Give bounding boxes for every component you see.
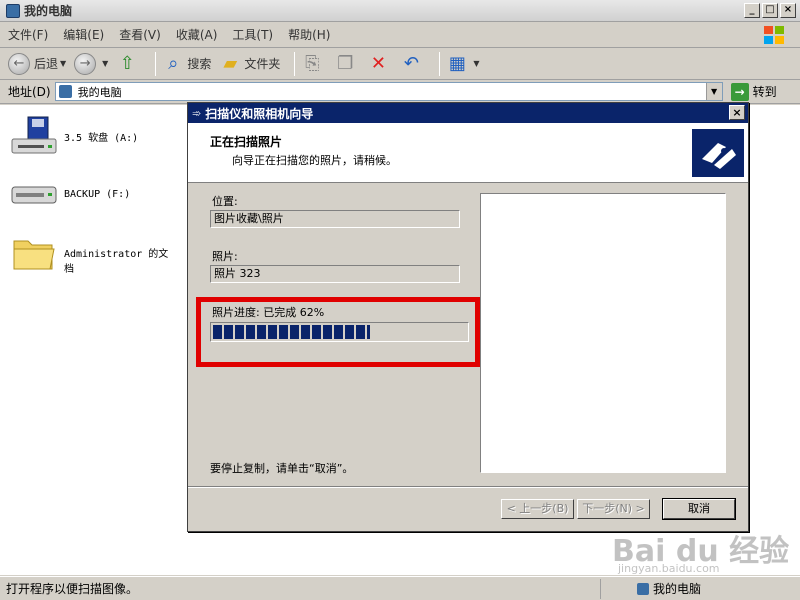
chevron-down-icon: ▼ — [473, 59, 480, 68]
forward-arrow-icon: → — [74, 52, 97, 75]
close-button[interactable]: × — [780, 3, 796, 18]
maximize-button[interactable]: □ — [762, 3, 778, 18]
scanner-wizard-dialog: ➾ 扫描仪和照相机向导 × 正在扫描照片 向导正在扫描您的照片，请稍候。 位置:… — [187, 102, 749, 532]
move-to-button[interactable]: ⎘ — [301, 53, 326, 75]
my-computer-icon — [58, 85, 72, 98]
wizard-close-button[interactable]: × — [729, 105, 745, 120]
menu-favorites[interactable]: 收藏(A) — [176, 26, 218, 43]
copy-to-button[interactable]: ❐ — [334, 53, 359, 75]
wizard-separator — [188, 486, 748, 488]
search-icon: ⌕ — [168, 52, 179, 74]
drive-label: BACKUP (F:) — [64, 189, 131, 200]
drive-item-backup[interactable]: BACKUP (F:) — [10, 175, 174, 219]
address-dropdown-button[interactable]: ▼ — [705, 83, 722, 100]
folders-button[interactable]: ▰ 文件夹 — [219, 53, 280, 75]
views-icon: ▦ — [448, 52, 466, 74]
toolbar-separator — [439, 51, 441, 76]
address-label: 地址(D) — [8, 85, 51, 99]
my-computer-icon — [637, 582, 649, 595]
minimize-button[interactable]: _ — [744, 3, 760, 18]
menu-file[interactable]: 文件(F) — [8, 26, 48, 43]
toolbar-separator — [294, 51, 296, 76]
menu-view[interactable]: 查看(V) — [119, 26, 161, 43]
address-input[interactable]: 我的电脑 ▼ — [54, 82, 723, 101]
go-arrow-icon: → — [730, 82, 749, 101]
forward-button[interactable]: → ▼ — [74, 52, 109, 75]
status-location: 我的电脑 — [600, 578, 702, 599]
photo-field: 照片 323 — [210, 265, 460, 283]
baidu-watermark-url: jingyan.baidu.com — [618, 562, 720, 575]
up-button[interactable]: ⇧ — [116, 53, 141, 75]
move-to-icon: ⎘ — [305, 52, 320, 74]
wizard-title: 扫描仪和照相机向导 — [205, 106, 314, 121]
folder-icon — [13, 240, 55, 270]
my-computer-icon — [6, 3, 20, 18]
location-field: 图片收藏\照片 — [210, 210, 460, 228]
menu-tools[interactable]: 工具(T) — [232, 26, 273, 43]
drive-item-floppy[interactable]: 3.5 软盘 (A:) — [10, 115, 174, 159]
drive-label: 3.5 软盘 (A:) — [64, 133, 139, 144]
back-label: 后退 — [34, 57, 59, 71]
next-step-button[interactable]: 下一步(N) > — [577, 499, 650, 519]
folders-label: 文件夹 — [244, 57, 281, 71]
delete-button[interactable]: ✕ — [367, 53, 392, 75]
camera-scanner-icon — [692, 129, 744, 177]
delete-x-icon: ✕ — [370, 52, 386, 74]
copy-to-icon: ❐ — [337, 52, 354, 74]
go-button[interactable]: → 转到 — [730, 82, 777, 101]
menu-bar: 文件(F) 编辑(E) 查看(V) 收藏(A) 工具(T) 帮助(H) — [0, 22, 800, 48]
undo-icon: ↶ — [403, 52, 419, 74]
menu-edit[interactable]: 编辑(E) — [63, 26, 104, 43]
wizard-heading: 正在扫描照片 — [210, 135, 283, 149]
search-button[interactable]: ⌕ 搜索 — [162, 53, 211, 75]
floppy-drive-icon — [11, 116, 57, 154]
status-bar: 打开程序以便扫描图像。 我的电脑 — [0, 576, 800, 600]
back-arrow-icon: ← — [8, 52, 30, 75]
folder-up-icon: ⇧ — [119, 52, 135, 74]
back-step-button[interactable]: < 上一步(B) — [501, 499, 574, 519]
toolbar: ← 后退 ▼ → ▼ ⇧ ⌕ 搜索 ▰ 文件夹 ⎘ ❐ ✕ ↶ ▦ ▼ — [0, 48, 800, 80]
back-button[interactable]: ← 后退 ▼ — [8, 52, 67, 75]
menu-help[interactable]: 帮助(H) — [288, 26, 330, 43]
toolbar-separator — [155, 51, 157, 76]
undo-button[interactable]: ↶ — [400, 53, 425, 75]
drive-item-documents[interactable]: Administrator 的文档 — [10, 231, 174, 275]
address-bar: 地址(D) 我的电脑 ▼ → 转到 — [0, 80, 800, 104]
status-text: 打开程序以便扫描图像。 — [6, 582, 139, 596]
wizard-subheading: 向导正在扫描您的照片，请稍候。 — [232, 154, 397, 167]
cancel-instruction: 要停止复制，请单击“取消”。 — [210, 462, 354, 475]
windows-logo-icon — [764, 26, 784, 44]
scanner-icon: ➾ — [192, 106, 202, 120]
views-button[interactable]: ▦ ▼ — [446, 52, 480, 75]
search-label: 搜索 — [187, 57, 212, 71]
wizard-titlebar: ➾ 扫描仪和照相机向导 — [188, 103, 748, 123]
hard-drive-icon — [11, 186, 57, 204]
progress-bar — [210, 322, 469, 342]
cancel-button[interactable]: 取消 — [662, 498, 736, 520]
progress-label: 照片进度: 已完成 62% — [212, 306, 325, 319]
status-location-label: 我的电脑 — [653, 582, 702, 596]
chevron-down-icon: ▼ — [102, 59, 109, 68]
folders-icon: ▰ — [223, 52, 238, 74]
location-label: 位置: — [212, 195, 238, 208]
window-titlebar: 我的电脑 _ □ × — [0, 0, 800, 22]
go-label: 转到 — [752, 85, 777, 99]
drive-label: Administrator 的文档 — [64, 249, 169, 275]
photo-preview-pane — [480, 193, 726, 473]
address-value: 我的电脑 — [77, 85, 122, 99]
window-title: 我的电脑 — [24, 4, 73, 18]
wizard-header: 正在扫描照片 向导正在扫描您的照片，请稍候。 — [188, 123, 748, 183]
progress-fill — [213, 325, 370, 339]
photo-label: 照片: — [212, 250, 238, 263]
chevron-down-icon: ▼ — [60, 59, 67, 68]
